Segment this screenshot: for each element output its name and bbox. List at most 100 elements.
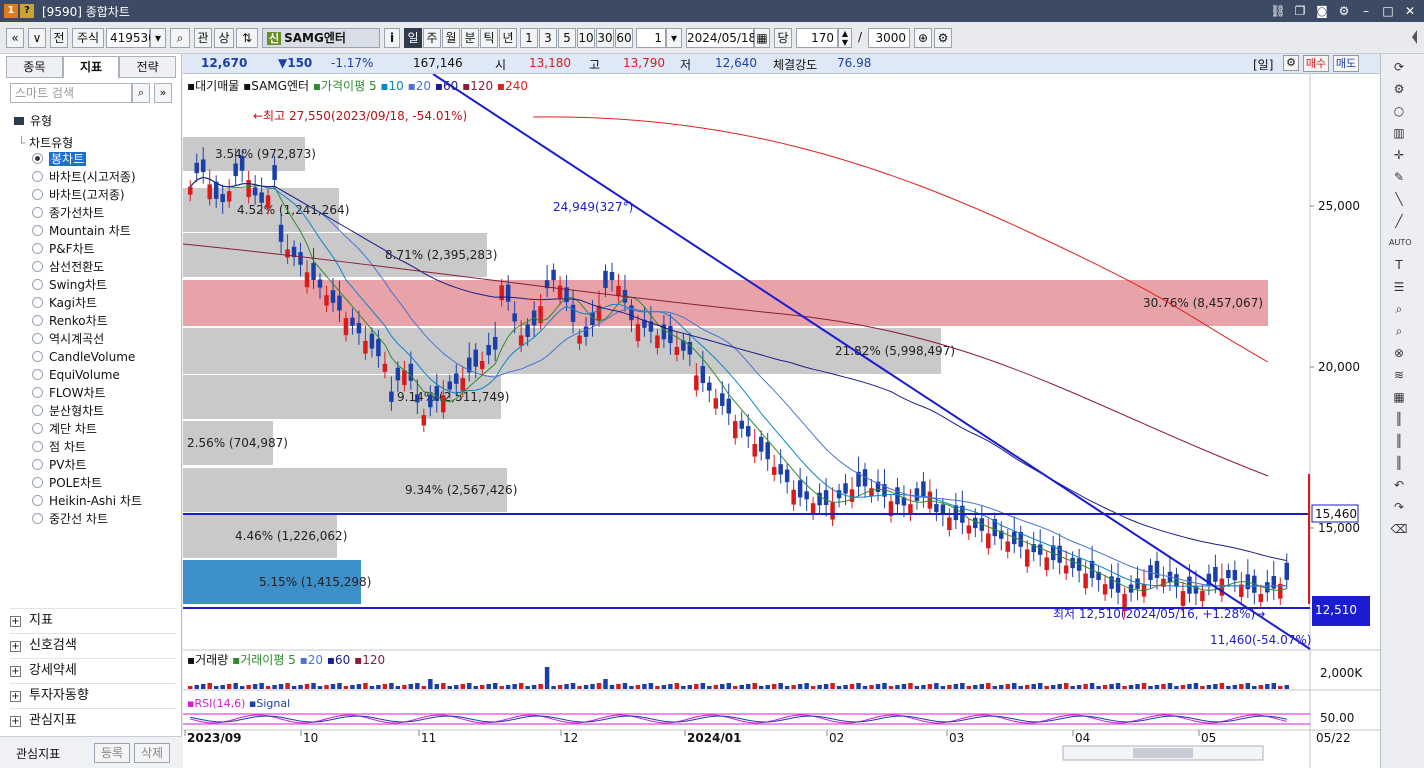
gear-icon[interactable]: ⚙ <box>1389 80 1409 98</box>
chart-type-option[interactable]: 계단 차트 <box>32 420 97 438</box>
radio-icon[interactable] <box>32 261 43 272</box>
market-select[interactable]: 주식 <box>72 28 104 48</box>
zoom-icon[interactable]: ⌕ <box>1389 300 1409 318</box>
chart-type-option[interactable]: FLOW차트 <box>32 384 106 402</box>
date-input[interactable]: 2024/05/18 <box>686 28 756 48</box>
register-button[interactable]: 등록 <box>94 743 130 763</box>
section-investor[interactable]: + 투자자동향 <box>10 683 176 707</box>
undo-icon[interactable]: ↶ <box>1389 476 1409 494</box>
radio-icon[interactable] <box>32 351 43 362</box>
chevron-down-icon[interactable]: ∨ <box>28 28 46 48</box>
chart-area[interactable]: 3.54% (972,873) 4.52% (1,241,264) 8.71% (2… <box>183 74 1380 768</box>
maximize-icon[interactable]: □ <box>1380 3 1396 19</box>
chart-type-option[interactable]: P&F차트 <box>32 240 95 258</box>
scroll-thumb[interactable] <box>1133 748 1193 758</box>
radio-icon[interactable] <box>32 171 43 182</box>
info-button[interactable]: i <box>384 28 400 48</box>
circle-icon[interactable]: ○ <box>1389 102 1409 120</box>
radio-icon[interactable] <box>32 387 43 398</box>
chart-type-option[interactable]: POLE차트 <box>32 474 102 492</box>
grid-icon[interactable]: ▦ <box>1389 388 1409 406</box>
radio-icon[interactable] <box>32 333 43 344</box>
period-tick[interactable]: 틱 <box>480 28 498 48</box>
delete-button[interactable]: 삭제 <box>134 743 170 763</box>
code-input[interactable]: 419530 <box>106 28 156 48</box>
radio-icon[interactable] <box>32 369 43 380</box>
chart-type-option[interactable]: Renko차트 <box>32 312 108 330</box>
chart-type-option[interactable]: 역시계곡선 <box>32 330 104 348</box>
minimize-icon[interactable]: – <box>1358 3 1374 19</box>
period-minute[interactable]: 분 <box>461 28 479 48</box>
count-spin-icon[interactable]: ▲ ▼ <box>838 28 852 48</box>
bar-chart-icon[interactable]: ▥ <box>1389 124 1409 142</box>
bars-icon[interactable]: ║ <box>1389 410 1409 428</box>
chart-type-option[interactable]: 점 차트 <box>32 438 86 456</box>
auto-line-icon[interactable]: AUTO <box>1389 234 1412 252</box>
diagonal-line-icon[interactable]: ╱ <box>1389 212 1409 230</box>
radio-icon[interactable] <box>32 477 43 488</box>
columns-icon[interactable]: ║ <box>1389 432 1409 450</box>
interval-1[interactable]: 1 <box>520 28 538 48</box>
unit-input[interactable]: 1 <box>636 28 666 48</box>
gear-icon[interactable]: ⚙ <box>934 28 952 48</box>
period-year[interactable]: 년 <box>499 28 517 48</box>
chart-type-option[interactable]: 바차트(고저종) <box>32 186 125 204</box>
eraser-icon[interactable]: ⌫ <box>1389 520 1409 538</box>
period-month[interactable]: 월 <box>442 28 460 48</box>
radio-icon[interactable] <box>32 459 43 470</box>
vbars-icon[interactable]: ║ <box>1389 454 1409 472</box>
radio-icon[interactable] <box>32 513 43 524</box>
count-input[interactable]: 170 <box>796 28 838 48</box>
period-week[interactable]: 주 <box>423 28 441 48</box>
calendar-icon[interactable]: ▦ <box>754 28 770 48</box>
kwan-button[interactable]: 관 <box>194 28 212 48</box>
gear-icon[interactable]: ⚙ <box>1283 55 1299 71</box>
zoom-in-icon[interactable]: ⊕ <box>914 28 932 48</box>
chart-type-option[interactable]: 바차트(시고저종) <box>32 168 136 186</box>
chart-type-option[interactable]: CandleVolume <box>32 348 135 366</box>
radio-icon[interactable] <box>32 225 43 236</box>
period-day[interactable]: 일 <box>404 28 422 48</box>
radio-icon[interactable] <box>32 423 43 434</box>
radio-icon[interactable] <box>32 189 43 200</box>
sang-button[interactable]: 상 <box>214 28 234 48</box>
search-icon[interactable]: ⌕ <box>170 28 190 48</box>
buy-button[interactable]: 매수 <box>1303 55 1329 72</box>
jeon-button[interactable]: 전 <box>50 28 68 48</box>
radio-icon[interactable] <box>32 441 43 452</box>
prev-double-icon[interactable]: « <box>6 28 24 48</box>
sell-button[interactable]: 매도 <box>1333 55 1359 72</box>
chart-type-option[interactable]: Kagi차트 <box>32 294 97 312</box>
fibo-icon[interactable]: ☰ <box>1389 278 1409 296</box>
tab-strategy[interactable]: 전략 <box>119 56 177 78</box>
chart-type-option[interactable]: Swing차트 <box>32 276 107 294</box>
zoom-tool-icon[interactable]: ⌕ <box>1389 322 1409 340</box>
chart-type-option[interactable]: Heikin-Ashi 차트 <box>32 492 142 510</box>
magnet-icon[interactable]: ⊗ <box>1389 344 1409 362</box>
search-icon[interactable]: ⌕ <box>132 83 150 103</box>
interval-5[interactable]: 5 <box>558 28 576 48</box>
radio-icon[interactable] <box>32 243 43 254</box>
line-icon[interactable]: ╲ <box>1389 190 1409 208</box>
chart-type-option[interactable]: PV차트 <box>32 456 87 474</box>
chart-type-option[interactable]: EquiVolume <box>32 366 120 384</box>
radio-icon[interactable] <box>32 297 43 308</box>
radio-icon[interactable] <box>32 405 43 416</box>
tree-root[interactable]: 유형 <box>14 112 52 129</box>
pencil-icon[interactable]: ✎ <box>1389 168 1409 186</box>
redo-icon[interactable]: ↷ <box>1389 498 1409 516</box>
close-icon[interactable]: ✕ <box>1402 3 1418 19</box>
radio-icon[interactable] <box>32 315 43 326</box>
section-indicators[interactable]: + 지표 <box>10 608 176 632</box>
chart-type-option[interactable]: 종가선차트 <box>32 204 104 222</box>
radio-icon[interactable] <box>32 279 43 290</box>
radio-icon[interactable] <box>32 207 43 218</box>
smart-search-input[interactable]: 스마트 검색 <box>10 83 132 103</box>
crosshair-icon[interactable]: ✛ <box>1389 146 1409 164</box>
tree-sub[interactable]: └ 차트유형 <box>18 134 73 151</box>
scroll-arrow-icon[interactable] <box>1408 26 1422 48</box>
unit-dropdown-icon[interactable]: ▾ <box>666 28 682 48</box>
section-strength[interactable]: + 강세약세 <box>10 658 176 682</box>
chart-tool-icon[interactable]: ≋ <box>1389 366 1409 384</box>
tab-indicator[interactable]: 지표 <box>62 56 120 78</box>
